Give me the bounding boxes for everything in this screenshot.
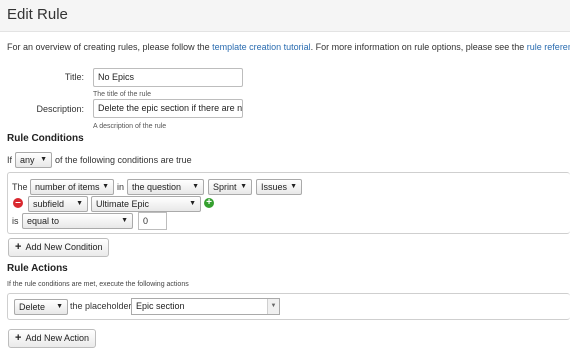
placeholder-combobox[interactable]: Epic section ▼ bbox=[131, 298, 280, 315]
the-label: The bbox=[12, 182, 28, 192]
plus-icon: + bbox=[15, 332, 22, 344]
source-value: Sprint bbox=[213, 182, 237, 192]
chevron-down-icon: ▼ bbox=[240, 183, 247, 190]
chevron-down-icon: ▼ bbox=[102, 183, 109, 190]
subfield-value: Ultimate Epic bbox=[96, 199, 150, 209]
in-label: in bbox=[117, 182, 125, 192]
title-hint: The title of the rule bbox=[93, 91, 151, 98]
add-new-action-button[interactable]: + Add New Action bbox=[8, 329, 96, 348]
rule-reference-link[interactable]: rule reference bbox=[527, 42, 570, 52]
title-label: Title: bbox=[64, 72, 84, 82]
rule-actions-subtitle: If the rule conditions are met, execute … bbox=[7, 281, 189, 288]
chevron-down-icon: ▼ bbox=[121, 217, 128, 224]
description-label: Description: bbox=[36, 104, 84, 114]
placeholder-value: Epic section bbox=[136, 301, 185, 311]
action-select[interactable]: Delete ▼ bbox=[14, 299, 68, 315]
add-condition-label: Add New Condition bbox=[25, 242, 103, 252]
chevron-down-icon[interactable]: ▼ bbox=[267, 299, 279, 314]
add-action-label: Add New Action bbox=[25, 333, 89, 343]
scope-value: the question bbox=[132, 182, 182, 192]
description-hint: A description of the rule bbox=[93, 123, 167, 130]
source-select[interactable]: Sprint ▼ bbox=[208, 179, 252, 195]
condition-match-select[interactable]: any ▼ bbox=[15, 152, 52, 168]
condition-match-suffix: of the following conditions are true bbox=[55, 155, 192, 165]
placeholder-label: the placeholder bbox=[70, 301, 132, 311]
measure-select[interactable]: number of items ▼ bbox=[30, 179, 114, 195]
chevron-down-icon: ▼ bbox=[192, 183, 199, 190]
scope-select[interactable]: the question ▼ bbox=[127, 179, 204, 195]
measure-value: number of items bbox=[35, 182, 100, 192]
plus-icon: + bbox=[15, 241, 22, 253]
field-select[interactable]: subfield ▼ bbox=[28, 196, 88, 212]
chevron-down-icon: ▼ bbox=[76, 200, 83, 207]
type-value: Issues bbox=[261, 182, 288, 192]
rule-actions-heading: Rule Actions bbox=[7, 263, 68, 274]
page-header: Edit Rule bbox=[0, 0, 570, 32]
condition-match-value: any bbox=[20, 155, 35, 165]
if-label: If bbox=[7, 155, 13, 165]
chevron-down-icon: ▼ bbox=[40, 156, 47, 163]
condition-value-input[interactable]: 0 bbox=[138, 212, 167, 230]
page-title: Edit Rule bbox=[7, 6, 68, 23]
chevron-down-icon: ▼ bbox=[189, 200, 196, 207]
chevron-down-icon: ▼ bbox=[56, 303, 63, 310]
type-select[interactable]: Issues ▼ bbox=[256, 179, 302, 195]
action-value: Delete bbox=[19, 302, 46, 312]
operator-value: equal to bbox=[27, 216, 60, 226]
description-input[interactable]: Delete the epic section if there are no bbox=[93, 99, 243, 118]
chevron-down-icon: ▼ bbox=[290, 183, 297, 190]
is-label: is bbox=[12, 216, 19, 226]
subfield-value-select[interactable]: Ultimate Epic ▼ bbox=[91, 196, 201, 212]
add-subcondition-icon[interactable]: + bbox=[204, 198, 214, 208]
add-new-condition-button[interactable]: + Add New Condition bbox=[8, 238, 110, 257]
intro-text-middle: . For more information on rule options, … bbox=[310, 42, 527, 52]
remove-condition-icon[interactable]: – bbox=[13, 198, 23, 208]
title-input[interactable]: No Epics bbox=[93, 68, 243, 87]
intro-text-before: For an overview of creating rules, pleas… bbox=[7, 42, 213, 52]
template-tutorial-link[interactable]: template creation tutorial bbox=[212, 42, 311, 52]
rule-conditions-heading: Rule Conditions bbox=[7, 133, 84, 144]
field-value: subfield bbox=[33, 199, 65, 209]
intro-text: For an overview of creating rules, pleas… bbox=[7, 42, 570, 52]
operator-select[interactable]: equal to ▼ bbox=[22, 213, 133, 229]
